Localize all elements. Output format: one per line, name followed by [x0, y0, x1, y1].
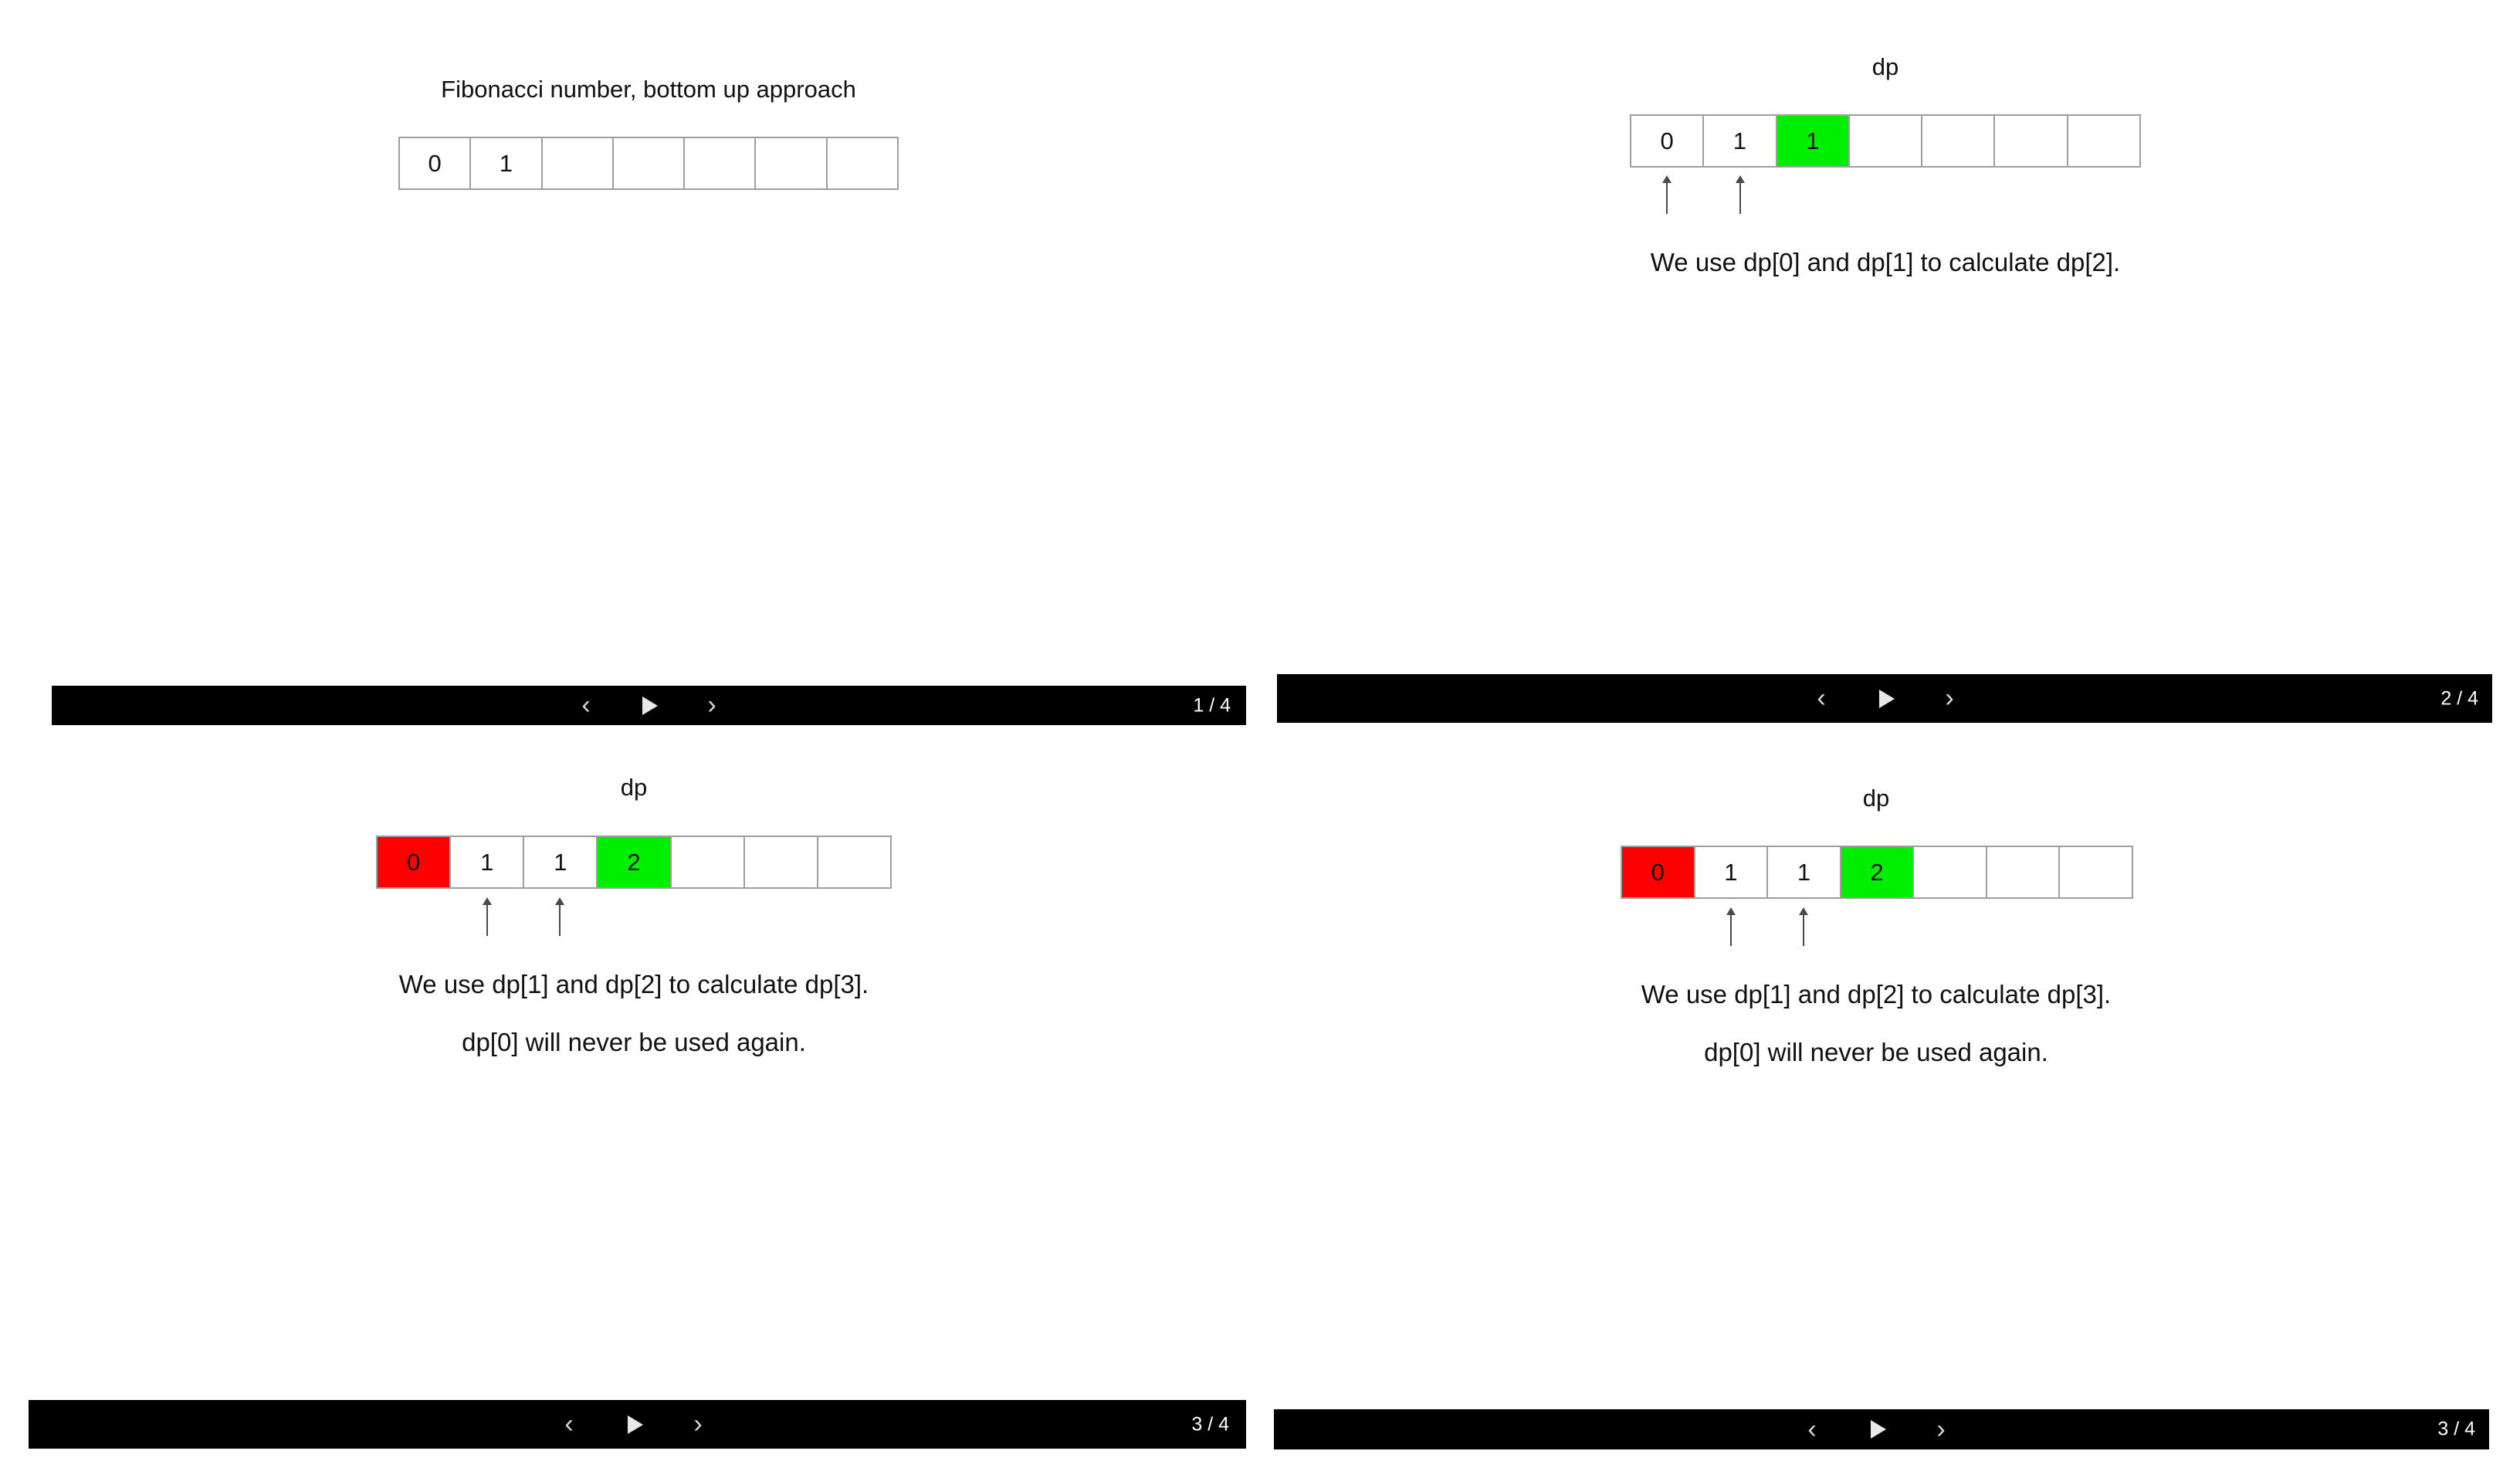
dp-cell-discarded: 0: [1622, 847, 1695, 897]
pointer-arrow: [1726, 907, 1736, 946]
dp-cell: [1914, 847, 1987, 897]
dp-array: 0 1 1 2: [1621, 846, 2133, 899]
slide-title: dp: [1871, 53, 1899, 80]
explanation-text: We use dp[1] and dp[2] to calculate dp[3…: [398, 970, 869, 998]
pointer-arrow: [1662, 175, 1672, 214]
play-icon: [628, 1415, 643, 1434]
dp-cell: [1987, 847, 2061, 897]
dp-cell: [1922, 116, 1996, 166]
pointer-arrow: [1736, 175, 1745, 214]
slide-counter: 3 / 4: [1191, 1413, 1229, 1435]
slide-title: Fibonacci number, bottom up approach: [441, 76, 856, 103]
chevron-right-icon: ›: [1936, 1414, 1946, 1444]
play-button[interactable]: [1871, 681, 1902, 717]
explanation-text: We use dp[0] and dp[1] to calculate dp[2…: [1650, 248, 2121, 276]
dp-array: 0 1 1: [1630, 114, 2141, 168]
pointer-arrow: [483, 897, 492, 936]
dp-cell-new: 2: [1841, 847, 1915, 897]
chevron-left-icon: ‹: [1807, 1414, 1817, 1444]
slide-counter: 3 / 4: [2437, 1418, 2475, 1440]
pointer-arrow: [555, 897, 564, 936]
explanation-text: dp[0] will never be used again.: [1704, 1038, 2048, 1066]
dp-cell: 1: [471, 138, 543, 188]
explanation-text: dp[0] will never be used again.: [462, 1028, 806, 1056]
dp-cell: [2068, 116, 2139, 166]
dp-cell: [672, 837, 745, 887]
next-slide-button[interactable]: ›: [1934, 681, 1965, 717]
slide-title: dp: [1862, 785, 1890, 812]
chevron-left-icon: ‹: [1817, 683, 1826, 713]
play-icon: [1879, 689, 1895, 708]
play-button[interactable]: [620, 1407, 651, 1442]
dp-cell: [685, 138, 757, 188]
dp-cell: [818, 837, 890, 887]
play-button[interactable]: [635, 688, 666, 724]
pointer-arrow: [1799, 907, 1808, 946]
prev-slide-button[interactable]: ‹: [1797, 1412, 1827, 1447]
chevron-left-icon: ‹: [564, 1409, 574, 1439]
play-icon: [642, 696, 658, 715]
player-bar: ‹ › 3 / 4: [1274, 1409, 2489, 1449]
next-slide-button[interactable]: ›: [696, 688, 727, 724]
slide-counter: 2 / 4: [2440, 687, 2478, 709]
dp-cell: [745, 837, 818, 887]
prev-slide-button[interactable]: ‹: [571, 688, 601, 724]
dp-array: 0 1: [398, 137, 899, 190]
explanation-text: We use dp[1] and dp[2] to calculate dp[3…: [1641, 980, 2112, 1008]
dp-cell: 1: [1695, 847, 1769, 897]
next-slide-button[interactable]: ›: [1926, 1412, 1956, 1447]
slide-counter: 1 / 4: [1193, 694, 1231, 716]
dp-cell: [2060, 847, 2132, 897]
dp-cell: [1850, 116, 1923, 166]
chevron-left-icon: ‹: [581, 690, 591, 720]
dp-cell: 1: [1768, 847, 1841, 897]
dp-cell: 1: [451, 837, 525, 887]
dp-cell-new: 1: [1777, 116, 1850, 166]
player-bar: ‹ › 3 / 4: [29, 1400, 1246, 1449]
play-button[interactable]: [1863, 1412, 1894, 1447]
dp-cell-new: 2: [598, 837, 672, 887]
dp-array: 0 1 1 2: [376, 836, 892, 889]
dp-cell: [828, 138, 897, 188]
play-icon: [1871, 1420, 1886, 1439]
slide-title: dp: [620, 774, 648, 801]
prev-slide-button[interactable]: ‹: [554, 1407, 584, 1442]
dp-cell: [756, 138, 828, 188]
dp-cell: 1: [524, 837, 598, 887]
prev-slide-button[interactable]: ‹: [1806, 681, 1837, 717]
next-slide-button[interactable]: ›: [682, 1407, 713, 1442]
chevron-right-icon: ›: [707, 690, 716, 720]
chevron-right-icon: ›: [1945, 683, 1954, 713]
dp-cell-discarded: 0: [378, 837, 452, 887]
dp-cell: [1995, 116, 2068, 166]
chevron-right-icon: ›: [693, 1409, 703, 1439]
dp-cell: 0: [400, 138, 472, 188]
dp-cell: [543, 138, 614, 188]
dp-cell: 1: [1704, 116, 1777, 166]
dp-cell: 0: [1631, 116, 1705, 166]
dp-cell: [614, 138, 686, 188]
player-bar: ‹ › 2 / 4: [1277, 674, 2492, 723]
player-bar: ‹ › 1 / 4: [52, 686, 1246, 725]
